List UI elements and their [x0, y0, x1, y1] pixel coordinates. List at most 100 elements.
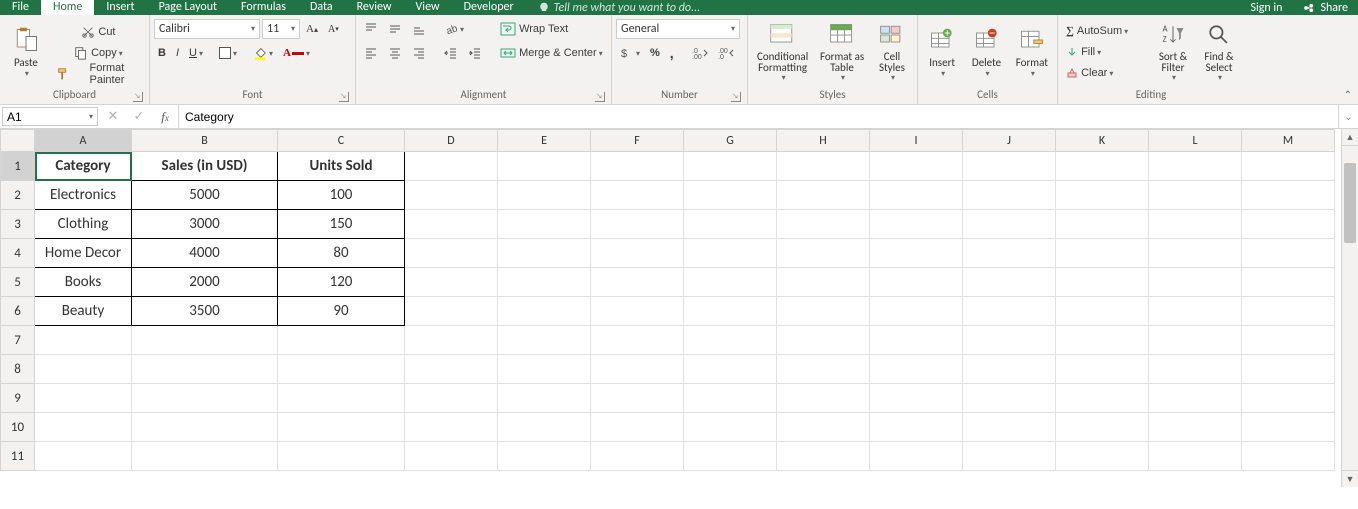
- cell-F10[interactable]: [591, 413, 684, 442]
- cell-K8[interactable]: [1056, 355, 1149, 384]
- col-header-K[interactable]: K: [1056, 130, 1149, 152]
- cell-B4[interactable]: 4000: [132, 239, 278, 268]
- col-header-A[interactable]: A: [35, 130, 132, 152]
- cell-F3[interactable]: [591, 210, 684, 239]
- cell-B10[interactable]: [132, 413, 278, 442]
- cell-G6[interactable]: [684, 297, 777, 326]
- cell-A7[interactable]: [35, 326, 132, 355]
- cell-L9[interactable]: [1149, 384, 1242, 413]
- col-header-L[interactable]: L: [1149, 130, 1242, 152]
- cell-B8[interactable]: [132, 355, 278, 384]
- font-color-button[interactable]: A▾: [279, 43, 314, 63]
- accounting-format-button[interactable]: $▾: [616, 43, 644, 63]
- cell-E8[interactable]: [498, 355, 591, 384]
- align-top-button[interactable]: [360, 19, 382, 39]
- cell-B2[interactable]: 5000: [132, 181, 278, 210]
- cell-A3[interactable]: Clothing: [35, 210, 132, 239]
- sort-filter-button[interactable]: AZ Sort & Filter▾: [1152, 19, 1194, 85]
- clipboard-launcher[interactable]: ↘: [133, 92, 143, 102]
- cell-K6[interactable]: [1056, 297, 1149, 326]
- cell-J8[interactable]: [963, 355, 1056, 384]
- cell-H4[interactable]: [777, 239, 870, 268]
- cell-J11[interactable]: [963, 442, 1056, 471]
- cell-K3[interactable]: [1056, 210, 1149, 239]
- cell-H1[interactable]: [777, 152, 870, 181]
- cell-F8[interactable]: [591, 355, 684, 384]
- decrease-indent-button[interactable]: [440, 43, 462, 63]
- cell-L5[interactable]: [1149, 268, 1242, 297]
- cell-C6[interactable]: 90: [278, 297, 405, 326]
- cell-K11[interactable]: [1056, 442, 1149, 471]
- cell-D1[interactable]: [405, 152, 498, 181]
- cell-H6[interactable]: [777, 297, 870, 326]
- cell-A5[interactable]: Books: [35, 268, 132, 297]
- col-header-D[interactable]: D: [405, 130, 498, 152]
- font-launcher[interactable]: ↘: [339, 92, 349, 102]
- cell-G10[interactable]: [684, 413, 777, 442]
- paste-button[interactable]: Paste▾: [4, 19, 48, 85]
- align-middle-button[interactable]: [384, 19, 406, 39]
- cell-M9[interactable]: [1242, 384, 1335, 413]
- cell-M2[interactable]: [1242, 181, 1335, 210]
- row-header-5[interactable]: 5: [1, 268, 35, 297]
- format-painter-button[interactable]: Format Painter: [52, 64, 145, 84]
- cell-G11[interactable]: [684, 442, 777, 471]
- formula-bar-input[interactable]: [185, 110, 1332, 124]
- col-header-I[interactable]: I: [870, 130, 963, 152]
- cell-J7[interactable]: [963, 326, 1056, 355]
- cell-E7[interactable]: [498, 326, 591, 355]
- cell-L8[interactable]: [1149, 355, 1242, 384]
- cell-C1[interactable]: Units Sold: [278, 152, 405, 181]
- cell-B5[interactable]: 2000: [132, 268, 278, 297]
- cell-F4[interactable]: [591, 239, 684, 268]
- font-name-combo[interactable]: Calibri▾: [154, 19, 260, 39]
- cell-I9[interactable]: [870, 384, 963, 413]
- col-header-E[interactable]: E: [498, 130, 591, 152]
- orientation-button[interactable]: ab▾: [440, 19, 468, 39]
- clear-button[interactable]: Clear▾: [1062, 63, 1148, 83]
- name-box-input[interactable]: [7, 110, 67, 124]
- fill-color-button[interactable]: ▾: [249, 43, 277, 63]
- cell-K2[interactable]: [1056, 181, 1149, 210]
- cell-I6[interactable]: [870, 297, 963, 326]
- cell-H3[interactable]: [777, 210, 870, 239]
- cell-H8[interactable]: [777, 355, 870, 384]
- align-left-button[interactable]: [360, 43, 382, 63]
- cell-L2[interactable]: [1149, 181, 1242, 210]
- tab-formulas[interactable]: Formulas: [229, 0, 298, 15]
- cell-A9[interactable]: [35, 384, 132, 413]
- tab-developer[interactable]: Developer: [452, 0, 526, 15]
- scroll-thumb[interactable]: [1344, 163, 1356, 243]
- cell-A6[interactable]: Beauty: [35, 297, 132, 326]
- cell-F9[interactable]: [591, 384, 684, 413]
- increase-indent-button[interactable]: [464, 43, 486, 63]
- cell-H10[interactable]: [777, 413, 870, 442]
- tell-me-search[interactable]: Tell me what you want to do...: [526, 1, 712, 15]
- row-header-10[interactable]: 10: [1, 413, 35, 442]
- col-header-C[interactable]: C: [278, 130, 405, 152]
- cell-D8[interactable]: [405, 355, 498, 384]
- cell-C4[interactable]: 80: [278, 239, 405, 268]
- merge-center-button[interactable]: Merge & Center▾: [496, 43, 616, 63]
- cell-J4[interactable]: [963, 239, 1056, 268]
- delete-cells-button[interactable]: Delete▾: [966, 19, 1006, 85]
- increase-decimal-button[interactable]: .0.00: [688, 43, 712, 63]
- cell-K1[interactable]: [1056, 152, 1149, 181]
- cell-B3[interactable]: 3000: [132, 210, 278, 239]
- cell-A8[interactable]: [35, 355, 132, 384]
- row-header-2[interactable]: 2: [1, 181, 35, 210]
- cell-J9[interactable]: [963, 384, 1056, 413]
- cell-B6[interactable]: 3500: [132, 297, 278, 326]
- cell-H7[interactable]: [777, 326, 870, 355]
- cell-J10[interactable]: [963, 413, 1056, 442]
- cell-G3[interactable]: [684, 210, 777, 239]
- insert-cells-button[interactable]: Insert▾: [922, 19, 962, 85]
- col-header-G[interactable]: G: [684, 130, 777, 152]
- cell-I1[interactable]: [870, 152, 963, 181]
- col-header-F[interactable]: F: [591, 130, 684, 152]
- cell-G4[interactable]: [684, 239, 777, 268]
- cell-F2[interactable]: [591, 181, 684, 210]
- row-header-4[interactable]: 4: [1, 239, 35, 268]
- cell-L4[interactable]: [1149, 239, 1242, 268]
- cell-A1[interactable]: Category: [35, 152, 132, 181]
